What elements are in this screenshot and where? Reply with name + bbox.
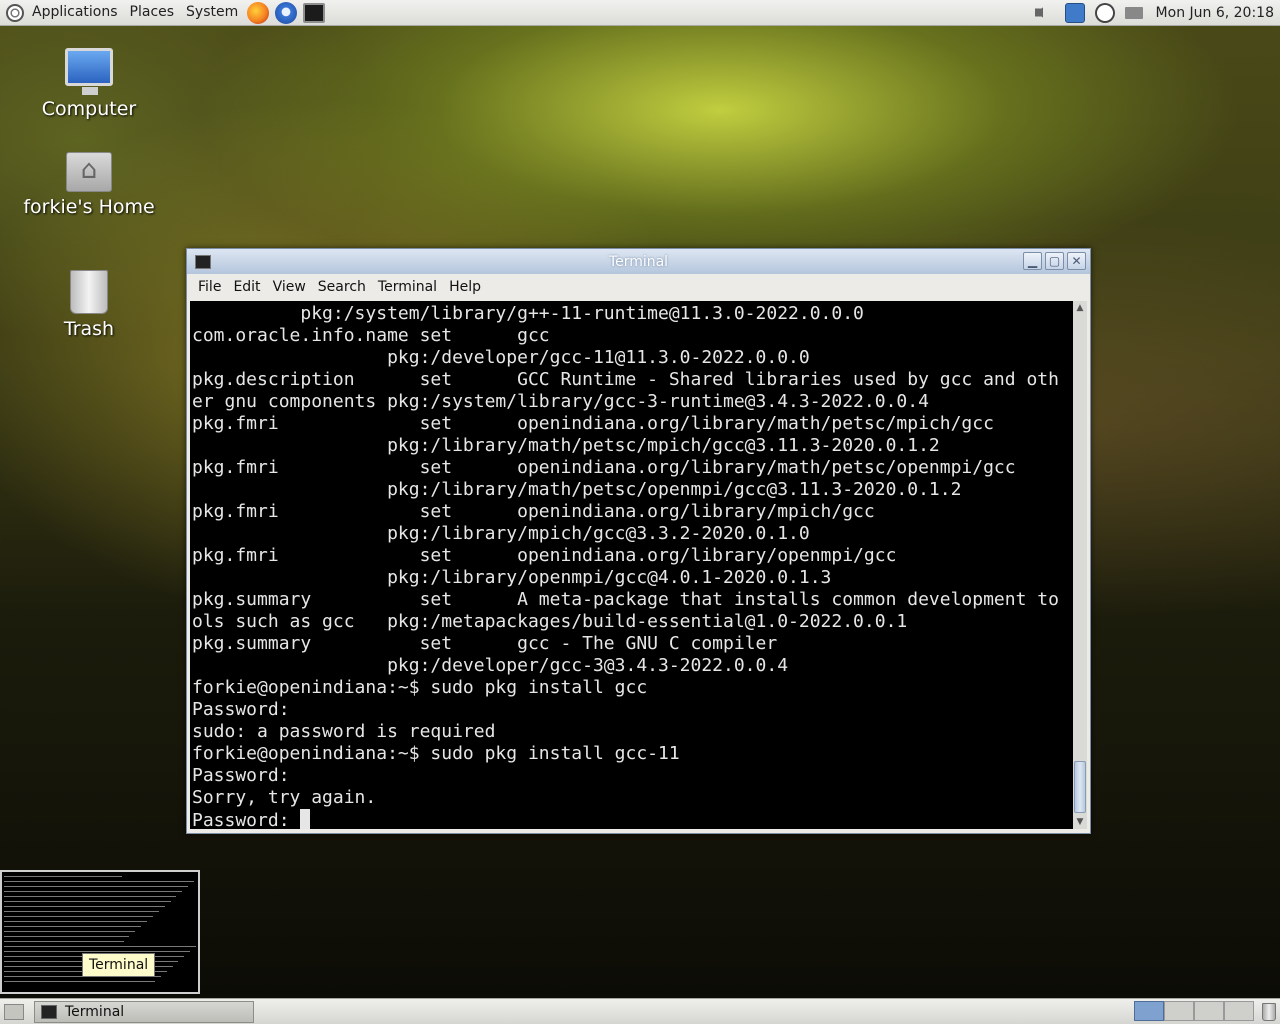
panel-trash-icon[interactable] bbox=[1262, 1003, 1276, 1021]
workspace-4[interactable] bbox=[1224, 1001, 1254, 1021]
firefox-icon[interactable] bbox=[247, 1, 270, 24]
preview-line bbox=[4, 896, 177, 897]
preview-line bbox=[4, 951, 191, 952]
preview-line bbox=[4, 946, 197, 947]
terminal-line: pkg:/system/library/g++-11-runtime@11.3.… bbox=[192, 303, 864, 324]
home-folder-icon bbox=[66, 152, 112, 192]
terminal-line: pkg:/developer/gcc-11@11.3.0-2022.0.0.0 bbox=[192, 347, 810, 368]
desktop-icon-label: forkie's Home bbox=[23, 196, 155, 218]
terminal-line: pkg:/library/openmpi/gcc@4.0.1-2020.0.1.… bbox=[192, 567, 832, 588]
terminal-line: Password: bbox=[192, 699, 290, 720]
preview-line bbox=[4, 921, 148, 922]
preview-line bbox=[4, 876, 122, 877]
terminal-line: pkg.summary set A meta-package that inst… bbox=[192, 589, 1059, 610]
preview-line bbox=[4, 891, 183, 892]
terminal-line: pkg.fmri set openindiana.org/library/mpi… bbox=[192, 501, 875, 522]
preview-tooltip: Terminal bbox=[82, 953, 156, 977]
volume-icon[interactable] bbox=[1034, 2, 1049, 23]
desktop-icon-trash[interactable]: Trash bbox=[14, 270, 164, 340]
distro-logo-icon[interactable] bbox=[6, 3, 24, 22]
preview-line bbox=[4, 981, 155, 982]
bottom-panel: Terminal bbox=[0, 998, 1280, 1024]
system-menu[interactable]: System bbox=[180, 0, 244, 25]
preview-line bbox=[4, 906, 165, 907]
time-slider-icon[interactable] bbox=[1094, 2, 1115, 23]
minimize-button[interactable]: ▁ bbox=[1023, 252, 1042, 270]
menu-terminal[interactable]: Terminal bbox=[372, 279, 443, 295]
terminal-line: pkg.fmri set openindiana.org/library/mat… bbox=[192, 413, 994, 434]
preview-line bbox=[4, 911, 159, 912]
terminal-line: pkg.description set GCC Runtime - Shared… bbox=[192, 369, 1059, 390]
computer-icon bbox=[65, 48, 113, 95]
preview-line bbox=[4, 901, 171, 902]
terminal-line: pkg:/library/mpich/gcc@3.3.2-2020.0.1.0 bbox=[192, 523, 810, 544]
menu-file[interactable]: File bbox=[192, 279, 227, 295]
terminal-line: forkie@openindiana:~$ sudo pkg install g… bbox=[192, 743, 680, 764]
menu-view[interactable]: View bbox=[267, 279, 312, 295]
network-icon[interactable] bbox=[1064, 2, 1085, 23]
preview-line bbox=[4, 881, 195, 882]
close-button[interactable]: ✕ bbox=[1067, 252, 1086, 270]
panel-clock[interactable]: Mon Jun 6, 20:18 bbox=[1148, 5, 1280, 21]
show-desktop-icon[interactable] bbox=[4, 1004, 24, 1020]
applications-menu[interactable]: Applications bbox=[26, 0, 124, 25]
system-tray: Mon Jun 6, 20:18 bbox=[1030, 0, 1280, 25]
taskbar-button-terminal[interactable]: Terminal bbox=[34, 1001, 254, 1023]
terminal-line: pkg.fmri set openindiana.org/library/mat… bbox=[192, 457, 1016, 478]
workspace-1[interactable] bbox=[1134, 1001, 1164, 1021]
terminal-line: forkie@openindiana:~$ sudo pkg install g… bbox=[192, 677, 648, 698]
scroll-down-arrow-icon[interactable]: ▼ bbox=[1073, 815, 1087, 829]
top-panel: Applications Places System Mon Jun 6, 20… bbox=[0, 0, 1280, 26]
window-menubar: File Edit View Search Terminal Help bbox=[187, 274, 1090, 299]
terminal-line: com.oracle.info.name set gcc bbox=[192, 325, 550, 346]
preview-line bbox=[4, 926, 142, 927]
trash-icon bbox=[70, 270, 108, 314]
terminal-task-icon bbox=[41, 1005, 57, 1019]
terminal-line: pkg.fmri set openindiana.org/library/ope… bbox=[192, 545, 897, 566]
terminal-output[interactable]: pkg:/system/library/g++-11-runtime@11.3.… bbox=[190, 301, 1074, 829]
desktop-icon-label: Trash bbox=[63, 318, 115, 340]
preview-line bbox=[4, 886, 189, 887]
terminal-line: pkg:/library/math/petsc/mpich/gcc@3.11.3… bbox=[192, 435, 940, 456]
terminal-line: pkg:/developer/gcc-3@3.4.3-2022.0.0.4 bbox=[192, 655, 789, 676]
window-titlebar[interactable]: Terminal ▁ ▢ ✕ bbox=[187, 249, 1090, 274]
desktop-icon-home[interactable]: forkie's Home bbox=[14, 152, 164, 218]
preview-line bbox=[4, 936, 130, 937]
terminal-line: ols such as gcc pkg:/metapackages/build-… bbox=[192, 611, 908, 632]
desktop-icon-label: Computer bbox=[41, 98, 137, 120]
terminal-cursor bbox=[300, 809, 311, 829]
terminal-line: er gnu components pkg:/system/library/gc… bbox=[192, 391, 929, 412]
menu-search[interactable]: Search bbox=[312, 279, 372, 295]
battery-icon[interactable] bbox=[1124, 6, 1143, 19]
thunderbird-icon[interactable] bbox=[275, 1, 298, 24]
terminal-line: Password: bbox=[192, 810, 301, 829]
maximize-button[interactable]: ▢ bbox=[1045, 252, 1064, 270]
terminal-line: Password: bbox=[192, 765, 290, 786]
menu-edit[interactable]: Edit bbox=[227, 279, 266, 295]
preview-line bbox=[4, 931, 136, 932]
terminal-text[interactable]: pkg:/system/library/g++-11-runtime@11.3.… bbox=[190, 301, 1074, 829]
terminal-window[interactable]: Terminal ▁ ▢ ✕ File Edit View Search Ter… bbox=[186, 248, 1091, 834]
places-menu[interactable]: Places bbox=[124, 0, 181, 25]
window-title: Terminal bbox=[608, 253, 669, 270]
desktop-icon-computer[interactable]: Computer bbox=[14, 48, 164, 120]
terminal-scrollbar[interactable]: ▲ ▼ bbox=[1073, 301, 1087, 829]
terminal-line: pkg:/library/math/petsc/openmpi/gcc@3.11… bbox=[192, 479, 962, 500]
menu-help[interactable]: Help bbox=[443, 279, 487, 295]
preview-line bbox=[4, 941, 124, 942]
scrollbar-thumb[interactable] bbox=[1074, 761, 1086, 813]
terminal-launcher-icon[interactable] bbox=[303, 2, 326, 23]
preview-line bbox=[4, 916, 153, 917]
terminal-line: pkg.summary set gcc - The GNU C compiler bbox=[192, 633, 778, 654]
terminal-line: sudo: a password is required bbox=[192, 721, 496, 742]
workspace-switcher[interactable] bbox=[1134, 1001, 1254, 1021]
scroll-up-arrow-icon[interactable]: ▲ bbox=[1073, 301, 1087, 315]
terminal-line: Sorry, try again. bbox=[192, 787, 377, 808]
workspace-3[interactable] bbox=[1194, 1001, 1224, 1021]
workspace-2[interactable] bbox=[1164, 1001, 1194, 1021]
taskbar-button-label: Terminal bbox=[65, 1004, 125, 1020]
